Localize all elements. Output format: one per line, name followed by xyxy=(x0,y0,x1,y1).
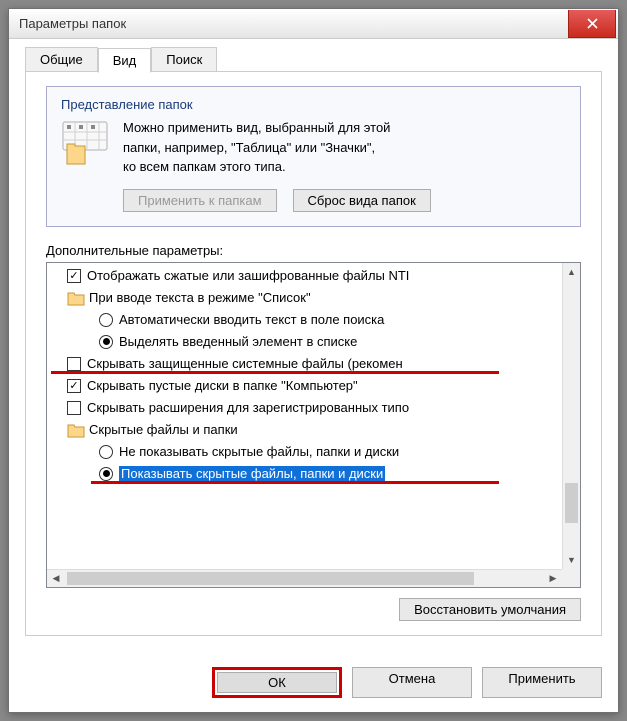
tree-item-label: Отображать сжатые или зашифрованные файл… xyxy=(87,268,409,283)
vertical-scrollbar[interactable]: ▲ ▼ xyxy=(562,263,580,570)
tree-content: Отображать сжатые или зашифрованные файл… xyxy=(49,265,578,586)
tree-item[interactable]: Отображать сжатые или зашифрованные файл… xyxy=(49,265,578,287)
tree-item[interactable]: Скрывать расширения для зарегистрированн… xyxy=(49,397,578,419)
scroll-right-icon[interactable]: ▶ xyxy=(544,573,562,584)
ok-button[interactable]: ОК xyxy=(217,672,337,693)
folder-icon xyxy=(67,289,85,307)
tree-item-label: Не показывать скрытые файлы, папки и дис… xyxy=(119,444,399,459)
tree-item[interactable]: Автоматически вводить текст в поле поиск… xyxy=(49,309,578,331)
cancel-button[interactable]: Отмена xyxy=(352,667,472,698)
tree-item[interactable]: Скрывать пустые диски в папке "Компьютер… xyxy=(49,375,578,397)
folder-views-desc: Можно применить вид, выбранный для этой … xyxy=(123,118,390,177)
horizontal-scrollbar[interactable]: ◀ ▶ xyxy=(47,569,562,587)
tree-item[interactable]: При вводе текста в режиме "Список" xyxy=(49,287,578,309)
tabs: Общие Вид Поиск xyxy=(25,47,602,72)
checkbox[interactable] xyxy=(67,379,81,393)
restore-defaults-button[interactable]: Восстановить умолчания xyxy=(399,598,581,621)
checkbox[interactable] xyxy=(67,269,81,283)
dialog-buttons: ОК Отмена Применить xyxy=(9,653,618,712)
radio[interactable] xyxy=(99,335,113,349)
folder-options-dialog: Параметры папок Общие Вид Поиск Представ… xyxy=(8,8,619,713)
radio[interactable] xyxy=(99,467,113,481)
folder-views-icon xyxy=(61,118,109,166)
tree-item[interactable]: Не показывать скрытые файлы, папки и дис… xyxy=(49,441,578,463)
close-button[interactable] xyxy=(568,10,616,38)
apply-to-folders-button[interactable]: Применить к папкам xyxy=(123,189,277,212)
annotation-ok-highlight: ОК xyxy=(212,667,342,698)
tree-item[interactable]: Скрытые файлы и папки xyxy=(49,419,578,441)
tree-item-label: Скрывать расширения для зарегистрированн… xyxy=(87,400,409,415)
folder-icon xyxy=(67,421,85,439)
tree-item-label: Автоматически вводить текст в поле поиск… xyxy=(119,312,384,327)
checkbox[interactable] xyxy=(67,357,81,371)
annotation-underline-2 xyxy=(91,481,499,484)
scroll-down-icon[interactable]: ▼ xyxy=(563,551,580,569)
tree-item[interactable]: Выделять введенный элемент в списке xyxy=(49,331,578,353)
folder-views-title: Представление папок xyxy=(61,97,566,112)
radio[interactable] xyxy=(99,313,113,327)
scroll-left-icon[interactable]: ◀ xyxy=(47,573,65,584)
scroll-up-icon[interactable]: ▲ xyxy=(563,263,580,281)
advanced-label: Дополнительные параметры: xyxy=(46,243,581,258)
tree-item-label: Скрытые файлы и папки xyxy=(89,422,238,437)
tab-search[interactable]: Поиск xyxy=(151,47,217,72)
reset-folders-button[interactable]: Сброс вида папок xyxy=(293,189,431,212)
tab-general[interactable]: Общие xyxy=(25,47,98,72)
tree-item-label: Выделять введенный элемент в списке xyxy=(119,334,357,349)
client-area: Общие Вид Поиск Представление папок Можн… xyxy=(9,39,618,653)
titlebar: Параметры папок xyxy=(9,9,618,39)
apply-button[interactable]: Применить xyxy=(482,667,602,698)
scroll-corner xyxy=(562,569,580,587)
view-panel: Представление папок Можно применить вид,… xyxy=(25,71,602,636)
advanced-settings-tree[interactable]: Отображать сжатые или зашифрованные файл… xyxy=(46,262,581,589)
radio[interactable] xyxy=(99,445,113,459)
tab-view[interactable]: Вид xyxy=(98,48,152,73)
vertical-scroll-thumb[interactable] xyxy=(565,483,578,523)
folder-views-group: Представление папок Можно применить вид,… xyxy=(46,86,581,227)
title-text: Параметры папок xyxy=(19,16,568,31)
tree-item-label: Показывать скрытые файлы, папки и диски xyxy=(119,466,385,481)
tree-item-label: Скрывать пустые диски в папке "Компьютер… xyxy=(87,378,358,393)
tree-item-label: При вводе текста в режиме "Список" xyxy=(89,290,311,305)
horizontal-scroll-thumb[interactable] xyxy=(67,572,474,585)
tree-item-label: Скрывать защищенные системные файлы (рек… xyxy=(87,356,403,371)
annotation-underline-1 xyxy=(51,371,499,374)
checkbox[interactable] xyxy=(67,401,81,415)
close-icon xyxy=(587,18,598,29)
